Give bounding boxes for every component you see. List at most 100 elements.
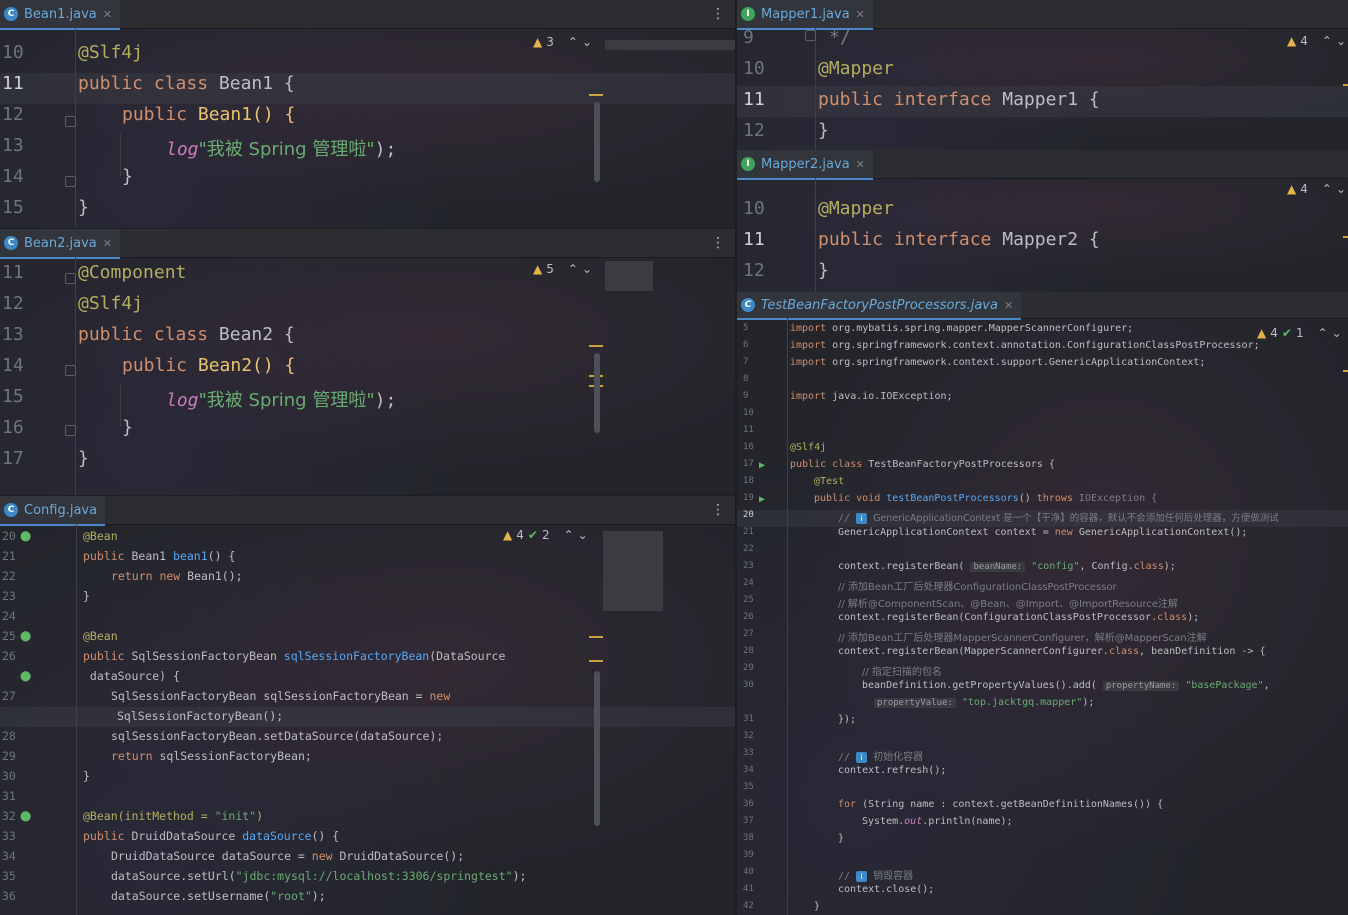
fold-icon[interactable]	[65, 176, 76, 187]
inspection-widget[interactable]: ▲ 4 ✔ 2 ⌃ ⌄	[503, 528, 588, 542]
indent-guide	[120, 134, 121, 176]
mapper1-editor[interactable]: I Mapper1.java ✕ ▲ 4 ⌃ ⌄ 9 */ 10 @Mapper 11 publ…	[737, 0, 1348, 150]
check-icon: ✔	[527, 528, 538, 542]
chevron-down-icon[interactable]: ⌄	[1336, 34, 1346, 48]
warning-count: 5	[546, 262, 554, 276]
mapper2-editor[interactable]: I Mapper2.java ✕ ▲ 4 ⌃ ⌄ 10 @Mapper 11 public i…	[737, 150, 1348, 292]
bean2-editor[interactable]: C Bean2.java ✕ ⋮ ▲ 5 ⌃ ⌄ 11 @Component 12 @Slf4…	[0, 229, 735, 495]
error-stripe-mark[interactable]	[589, 636, 603, 638]
current-line-highlight	[0, 707, 735, 727]
error-stripe-mark[interactable]	[589, 94, 603, 96]
close-icon[interactable]: ✕	[103, 8, 112, 21]
error-stripe-mark[interactable]	[1343, 370, 1348, 372]
mapper2-tabbar: I Mapper2.java ✕	[737, 150, 1348, 180]
warning-count: 4	[516, 528, 524, 542]
inspection-widget[interactable]: ▲ 4 ✔ 1 ⌃ ⌄	[1257, 326, 1342, 340]
gutter-border	[75, 257, 76, 495]
more-icon[interactable]: ⋮	[711, 502, 725, 518]
bean-gutter-icon[interactable]: ⬤	[20, 671, 31, 682]
chevron-down-icon[interactable]: ⌄	[582, 262, 592, 276]
test-editor[interactable]: C TestBeanFactoryPostProcessors.java ✕ ▲ 4 ✔…	[737, 292, 1348, 915]
minimap[interactable]	[605, 40, 735, 50]
fold-icon[interactable]	[65, 273, 76, 284]
gutter-border	[76, 524, 77, 915]
more-icon[interactable]: ⋮	[711, 6, 725, 22]
gutter-border	[787, 318, 788, 915]
warning-icon: ▲	[1287, 34, 1297, 48]
chevron-up-icon[interactable]: ⌃	[564, 528, 574, 542]
fold-icon[interactable]	[805, 30, 816, 41]
tab-label: Mapper2.java	[761, 156, 850, 172]
fold-icon[interactable]	[65, 116, 76, 127]
chevron-up-icon[interactable]: ⌃	[1322, 182, 1332, 196]
tab-label: Mapper1.java	[761, 6, 850, 22]
inspection-widget[interactable]: ▲ 4 ⌃ ⌄	[1287, 34, 1346, 48]
class-icon: C	[4, 503, 18, 517]
error-stripe-mark[interactable]	[589, 660, 603, 662]
tab-mapper2[interactable]: I Mapper2.java ✕	[737, 150, 873, 180]
tab-test[interactable]: C TestBeanFactoryPostProcessors.java ✕	[737, 292, 1022, 320]
interface-icon: I	[741, 157, 755, 171]
close-icon[interactable]: ✕	[856, 8, 865, 21]
chevron-down-icon[interactable]: ⌄	[1332, 326, 1342, 340]
gutter-border	[815, 178, 816, 292]
close-icon[interactable]: ✕	[103, 237, 112, 250]
param-hint: propertyValue:	[874, 698, 956, 708]
indent-guide	[120, 385, 121, 427]
chevron-down-icon[interactable]: ⌄	[578, 528, 588, 542]
error-stripe-mark[interactable]	[589, 345, 603, 347]
warning-icon: ▲	[533, 262, 543, 276]
fold-icon[interactable]	[65, 425, 76, 436]
config-editor[interactable]: C Config.java ⋮ ▲ 4 ✔ 2 ⌃ ⌄ ⬤ ⬤ ⬤ ⬤ 20 @Bean 21…	[0, 496, 735, 915]
chevron-down-icon[interactable]: ⌄	[1336, 182, 1346, 196]
test-tabbar: C TestBeanFactoryPostProcessors.java ✕	[737, 292, 1348, 320]
class-icon: C	[741, 298, 755, 312]
inspection-widget[interactable]: ▲ 4 ⌃ ⌄	[1287, 182, 1346, 196]
fold-icon[interactable]	[65, 365, 76, 376]
tab-bean1[interactable]: C Bean1.java ✕	[0, 0, 120, 30]
param-hint: beanName:	[970, 562, 1026, 572]
check-icon: ✔	[1281, 326, 1292, 340]
warning-icon: ▲	[1257, 326, 1267, 340]
info-icon: i	[856, 871, 868, 882]
tab-label: Config.java	[24, 502, 98, 518]
minimap[interactable]	[603, 531, 663, 611]
chevron-up-icon[interactable]: ⌃	[568, 262, 578, 276]
tab-bean2[interactable]: C Bean2.java ✕	[0, 229, 120, 259]
scrollbar[interactable]	[594, 671, 600, 826]
warning-icon: ▲	[503, 528, 513, 542]
inspection-widget[interactable]: ▲ 5 ⌃ ⌄	[533, 262, 592, 276]
scrollbar[interactable]	[594, 353, 600, 433]
close-icon[interactable]: ✕	[1004, 299, 1013, 312]
tab-mapper1[interactable]: I Mapper1.java ✕	[737, 0, 873, 30]
class-icon: C	[4, 236, 18, 250]
info-icon: i	[856, 752, 868, 763]
tab-config[interactable]: C Config.java	[0, 496, 106, 526]
minimap[interactable]	[605, 261, 653, 291]
info-icon: i	[856, 513, 868, 524]
close-icon[interactable]: ✕	[856, 158, 865, 171]
interface-icon: I	[741, 7, 755, 21]
check-count: 2	[541, 528, 550, 542]
more-icon[interactable]: ⋮	[711, 235, 725, 251]
param-hint: propertyName:	[1102, 681, 1180, 691]
error-stripe-mark[interactable]	[1343, 236, 1348, 238]
bean1-editor[interactable]: C Bean1.java ✕ ⋮ ▲ 3 ⌃ ⌄ 10 @Slf4j 11 public cl…	[0, 0, 735, 228]
tab-label: TestBeanFactoryPostProcessors.java	[761, 297, 998, 313]
check-count: 1	[1295, 326, 1304, 340]
warning-count: 4	[1300, 34, 1308, 48]
gutter-border	[815, 28, 816, 150]
error-stripe-mark[interactable]	[1343, 84, 1348, 86]
tab-label: Bean1.java	[24, 6, 97, 22]
warning-count: 4	[1270, 326, 1278, 340]
tab-label: Bean2.java	[24, 235, 97, 251]
bean1-tabbar: C Bean1.java ✕ ⋮	[0, 0, 735, 30]
chevron-up-icon[interactable]: ⌃	[1318, 326, 1328, 340]
warning-count: 4	[1300, 182, 1308, 196]
bean2-tabbar: C Bean2.java ✕ ⋮	[0, 229, 735, 259]
class-icon: C	[4, 7, 18, 21]
chevron-up-icon[interactable]: ⌃	[1322, 34, 1332, 48]
mapper1-tabbar: I Mapper1.java ✕	[737, 0, 1348, 30]
warning-icon: ▲	[1287, 182, 1297, 196]
scrollbar[interactable]	[594, 102, 600, 182]
